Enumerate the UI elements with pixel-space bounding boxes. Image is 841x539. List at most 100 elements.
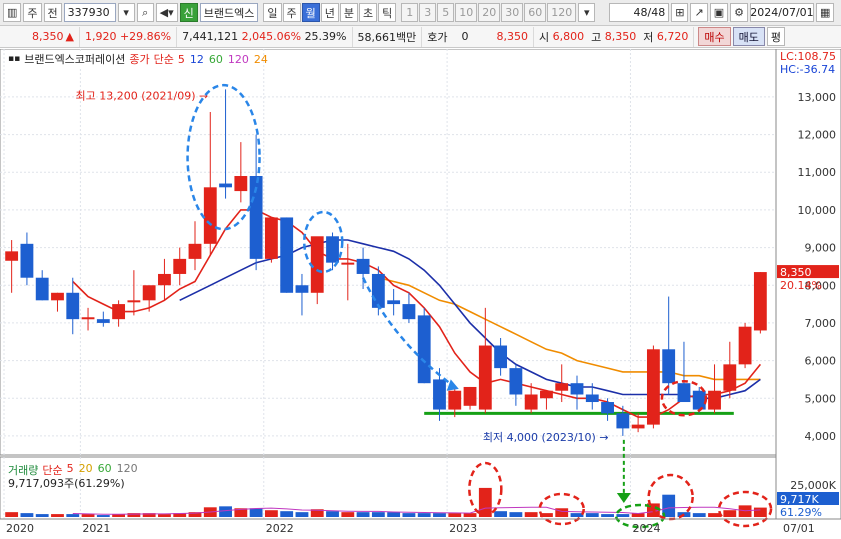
period-button[interactable]: 주 [282, 3, 301, 22]
price-tick-label: 11,000 [798, 166, 837, 179]
candle-body [753, 272, 767, 331]
trade-volume: 7,441,121 2,045.06% 25.39% [177, 26, 353, 47]
candle-body [295, 285, 309, 293]
ma-period-label: 120 [227, 52, 249, 66]
candle-body [51, 292, 64, 301]
calendar-icon[interactable]: ▦ [815, 3, 835, 22]
volume-bar [402, 513, 416, 517]
volume-bar [326, 511, 339, 517]
candle-body [478, 345, 492, 410]
up-arrow-icon: ▲ [65, 30, 74, 43]
period-button[interactable]: 월 [301, 3, 320, 22]
chart-tool-icon[interactable]: ↗ [690, 3, 708, 22]
volume-bar [753, 507, 767, 517]
price-tick-label: 7,000 [805, 317, 837, 330]
interval-button[interactable]: 60 [524, 3, 547, 22]
chart-legend: ▪▪ 브랜드엑스코퍼레이션 종가 단순 5 12 60 120 24 [8, 51, 268, 67]
hoga: 호가 0 8,350 [422, 26, 534, 47]
candle-body [20, 243, 34, 278]
change-value: 1,920 [84, 30, 117, 43]
volume-bar [387, 512, 401, 517]
period-button[interactable]: 분 [339, 3, 358, 22]
flat-button[interactable]: 평 [766, 27, 785, 46]
price-tick-label: 10,000 [798, 204, 837, 217]
interval-button[interactable]: 1 [401, 3, 419, 22]
hoga-label: 호가 [427, 30, 448, 44]
volume-bar [463, 513, 477, 517]
candle-body [417, 315, 431, 384]
stock-code-input[interactable]: 337930 [63, 3, 116, 22]
interval-button[interactable]: 20 [478, 3, 501, 22]
volume-bar [585, 513, 599, 517]
volume-bar [96, 515, 110, 517]
candle-body [646, 349, 660, 425]
period-button[interactable]: 초 [359, 3, 378, 22]
volume-bar [417, 513, 431, 517]
candle-body [662, 349, 676, 384]
price-tick-label: 9,000 [805, 242, 837, 255]
candle-body [738, 326, 752, 365]
volume-bar [81, 514, 95, 517]
pin-icon[interactable]: ⊞ [671, 3, 689, 22]
code-dropdown-icon[interactable]: ▾ [117, 3, 135, 22]
volume-axis-label: 25,000K [790, 479, 836, 492]
interval-button[interactable]: 30 [501, 3, 524, 22]
candle-body [555, 383, 569, 391]
buy-button[interactable]: 매수 [698, 27, 731, 46]
volume-bar [264, 510, 278, 517]
prev-button[interactable]: 전 [43, 3, 62, 22]
settings-icon[interactable]: ⚙ [730, 3, 748, 22]
page-position: 48/48 [609, 3, 670, 22]
period-buttons: 일주월년분초틱 [263, 3, 397, 22]
close-label: 종가 [129, 53, 150, 66]
high-annotation: 최고 13,200 (2021/09) → [76, 89, 209, 102]
current-price-badge-text: 8,350 [780, 266, 812, 279]
ma-values: 5 12 60 120 24 [178, 53, 268, 66]
stock-name-field: 브랜드엑스 [199, 3, 259, 22]
save-icon[interactable]: ▣ [709, 3, 729, 22]
candle-body [509, 368, 523, 395]
search-icon[interactable]: ⌕ [136, 3, 154, 22]
change-pct: +29.86% [119, 30, 172, 43]
candle-body [570, 383, 584, 395]
candle-body [66, 292, 80, 320]
new-listing-badge: 신 [179, 3, 198, 22]
current-volume-badge-text: 9,717K [780, 493, 819, 506]
volume-bar [371, 512, 385, 517]
volume-bar [51, 514, 64, 517]
period-button[interactable]: 틱 [378, 3, 397, 22]
interval-dropdown-icon[interactable]: ▾ [578, 3, 596, 22]
ma-period-label: 60 [208, 52, 223, 66]
volume-bar [280, 511, 294, 517]
interval-button[interactable]: 120 [547, 3, 577, 22]
interval-button[interactable]: 5 [437, 3, 455, 22]
candle-body [234, 176, 248, 192]
interval-button[interactable]: 3 [419, 3, 437, 22]
volume-bar [35, 514, 49, 517]
candle-body [433, 379, 446, 410]
date-field[interactable]: 2024/07/01 [749, 3, 814, 22]
speaker-icon[interactable]: ◀▾ [155, 3, 178, 22]
layout-icon[interactable]: ▥ [3, 3, 22, 22]
period-button[interactable]: 년 [320, 3, 339, 22]
x-axis-label: 2023 [449, 522, 477, 535]
period-selector[interactable]: 주 [23, 3, 42, 22]
candle-body [540, 390, 553, 399]
period-button[interactable]: 일 [263, 3, 282, 22]
candle-body [112, 304, 126, 320]
low-value: 6,720 [656, 30, 689, 43]
volume-bar [66, 514, 80, 517]
candle-body [356, 258, 370, 274]
low-annotation: 최저 4,000 (2023/10) → [483, 431, 609, 444]
candle-body [708, 390, 721, 410]
volume-bar [249, 508, 263, 517]
chart-area[interactable]: 13,000 12,000 11,000 10,000 9,000 8,000 7,000 6… [0, 49, 841, 539]
sell-button[interactable]: 매도 [732, 27, 765, 46]
candle-body [264, 217, 278, 259]
price-tick-label: 5,000 [805, 392, 837, 405]
volume-bar [20, 513, 34, 517]
volume-bar [524, 512, 538, 517]
interval-button[interactable]: 10 [455, 3, 478, 22]
ma-period-label: 12 [189, 52, 204, 66]
candle-body [158, 273, 171, 286]
